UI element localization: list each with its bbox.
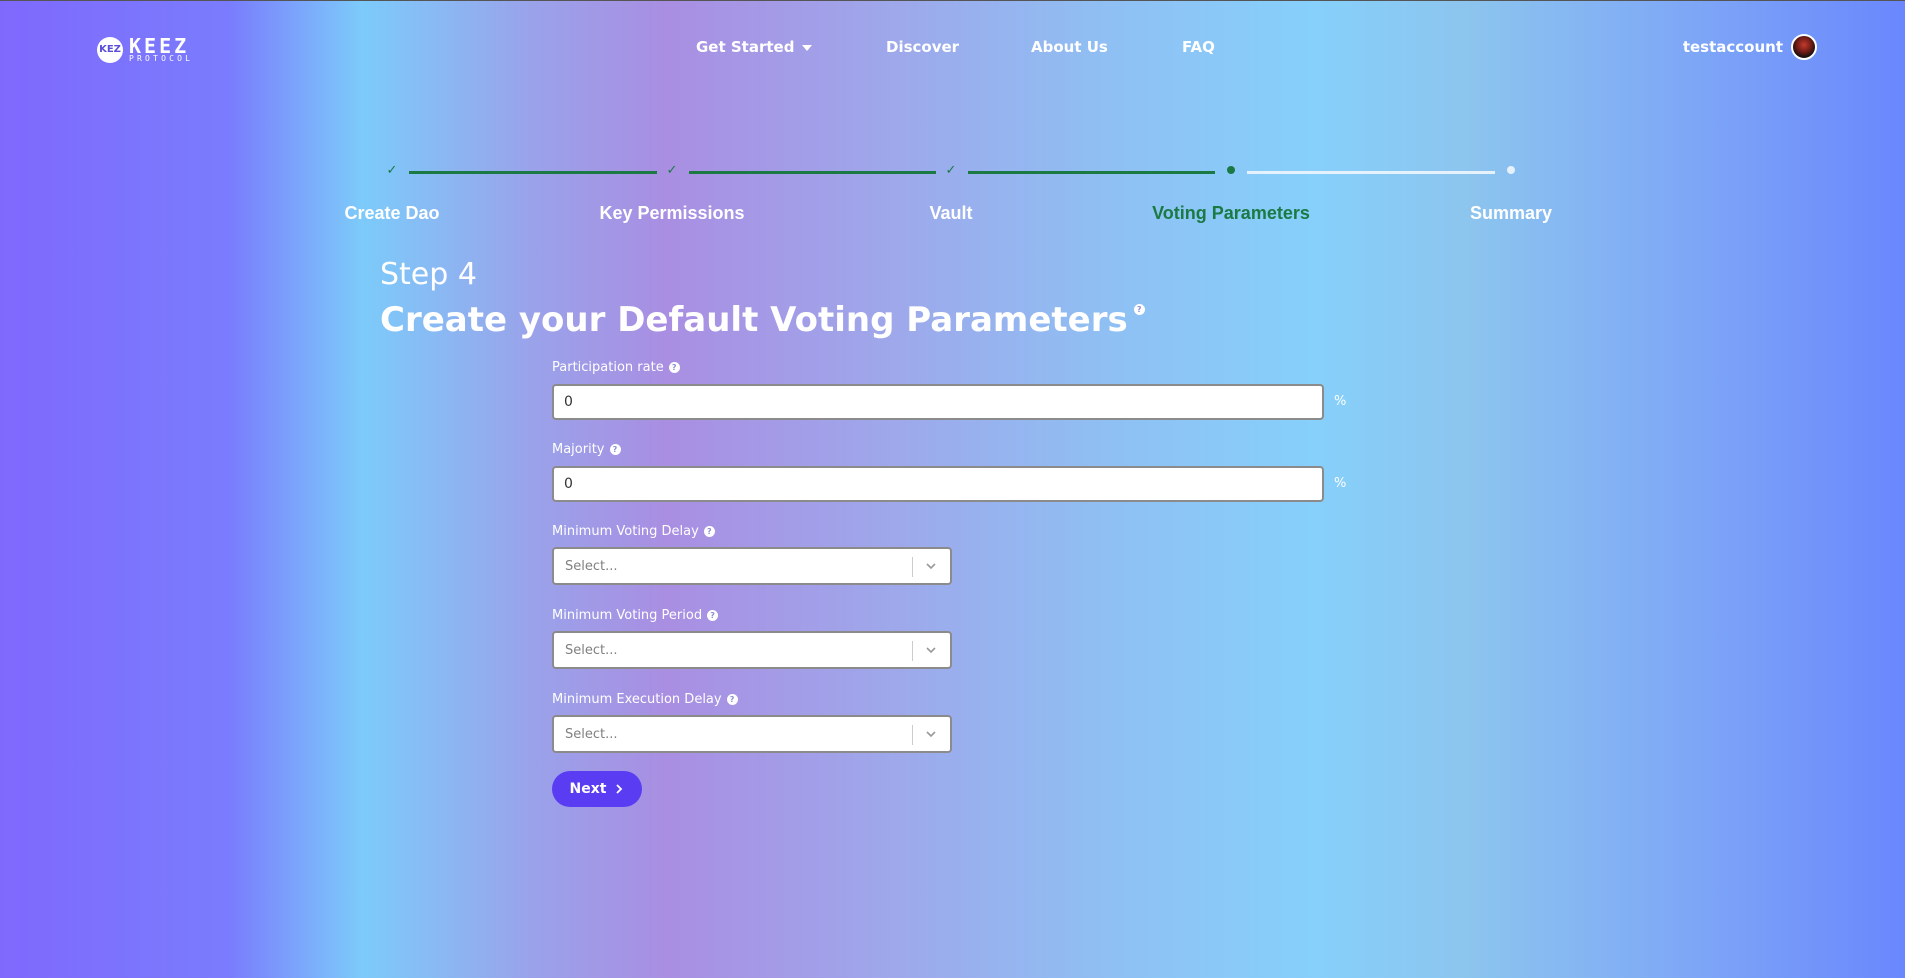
minimum-voting-delay-select[interactable]: Select...: [552, 547, 952, 585]
step-label-key-permissions[interactable]: Key Permissions: [599, 203, 744, 224]
step-active-dot-icon: [1224, 163, 1238, 177]
select-separator: [912, 557, 913, 577]
select-placeholder: Select...: [565, 643, 618, 658]
select-placeholder: Select...: [565, 559, 618, 574]
majority-label: Majority ?: [552, 442, 621, 457]
step-complete-check-icon: ✓: [945, 162, 957, 178]
step-complete-check-icon: ✓: [386, 162, 398, 178]
username: testaccount: [1682, 38, 1783, 56]
help-icon[interactable]: ?: [668, 362, 680, 373]
help-icon[interactable]: ?: [707, 610, 719, 621]
participation-rate-input[interactable]: [552, 384, 1324, 420]
chevron-right-icon: [616, 784, 623, 794]
minimum-voting-period-label-text: Minimum Voting Period: [552, 608, 703, 623]
step-connector: [689, 171, 936, 174]
chevron-down-icon: [926, 731, 936, 738]
step-label-summary[interactable]: Summary: [1470, 203, 1552, 224]
minimum-execution-delay-label: Minimum Execution Delay ?: [552, 692, 738, 707]
chevron-down-icon: [926, 647, 936, 654]
step-pending-dot-icon: [1504, 163, 1518, 177]
nav-about-us[interactable]: About Us: [1031, 38, 1108, 56]
main-nav: Get Started Discover About Us FAQ: [0, 38, 1905, 60]
step-number: Step 4: [380, 257, 477, 292]
step-connector: [968, 171, 1215, 174]
nav-get-started[interactable]: Get Started: [696, 38, 813, 56]
avatar: [1791, 34, 1817, 60]
minimum-execution-delay-label-text: Minimum Execution Delay: [552, 692, 722, 707]
caret-down-icon: [802, 44, 813, 51]
select-separator: [912, 725, 913, 745]
minimum-voting-period-label: Minimum Voting Period ?: [552, 608, 719, 623]
step-connector: [409, 171, 657, 174]
next-button-label: Next: [569, 781, 607, 797]
page-title: Create your Default Voting Parameters ?: [380, 300, 1145, 340]
help-icon[interactable]: ?: [703, 526, 715, 537]
select-placeholder: Select...: [565, 727, 618, 742]
page-title-text: Create your Default Voting Parameters: [380, 300, 1128, 340]
minimum-execution-delay-select[interactable]: Select...: [552, 715, 952, 753]
minimum-voting-period-select[interactable]: Select...: [552, 631, 952, 669]
majority-label-text: Majority: [552, 442, 605, 457]
participation-rate-label-text: Participation rate: [552, 360, 664, 375]
step-label-create-dao[interactable]: Create Dao: [344, 203, 439, 224]
step-connector: [1247, 171, 1495, 174]
minimum-voting-delay-label-text: Minimum Voting Delay: [552, 524, 699, 539]
help-icon[interactable]: ?: [1133, 304, 1145, 315]
step-complete-check-icon: ✓: [666, 162, 678, 178]
step-label-vault[interactable]: Vault: [929, 203, 972, 224]
participation-rate-unit: %: [1334, 394, 1347, 409]
select-separator: [912, 641, 913, 661]
help-icon[interactable]: ?: [726, 694, 738, 705]
participation-rate-label: Participation rate ?: [552, 360, 680, 375]
next-button[interactable]: Next: [552, 771, 642, 807]
nav-faq[interactable]: FAQ: [1182, 38, 1215, 56]
nav-discover[interactable]: Discover: [886, 38, 959, 56]
user-menu[interactable]: testaccount: [1683, 34, 1817, 60]
majority-unit: %: [1334, 476, 1347, 491]
help-icon[interactable]: ?: [609, 444, 621, 455]
majority-input[interactable]: [552, 466, 1324, 502]
chevron-down-icon: [926, 563, 936, 570]
minimum-voting-delay-label: Minimum Voting Delay ?: [552, 524, 715, 539]
window-top-border: [0, 0, 1905, 1]
nav-get-started-label: Get Started: [696, 38, 795, 56]
step-label-voting-parameters[interactable]: Voting Parameters: [1152, 203, 1310, 224]
